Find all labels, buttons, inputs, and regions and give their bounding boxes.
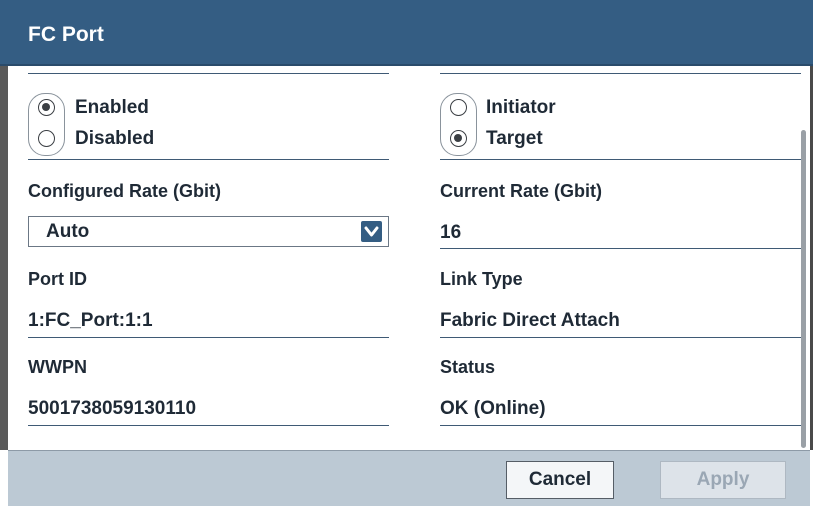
dialog-title: FC Port xyxy=(28,23,104,46)
current-rate-label: Current Rate (Gbit) xyxy=(440,181,602,201)
divider-top-left xyxy=(28,73,389,74)
divider-current-rate xyxy=(440,248,801,249)
port-id-value: 1:FC_Port:1:1 xyxy=(28,310,153,331)
dialog-titlebar: FC Port xyxy=(0,0,813,66)
configured-rate-select[interactable]: Auto xyxy=(28,216,389,247)
radio-target-label: Target xyxy=(486,128,543,149)
current-rate-value: 16 xyxy=(440,222,462,243)
divider-link-type xyxy=(440,337,801,338)
link-type-value: Fabric Direct Attach xyxy=(440,310,620,331)
radio-enabled[interactable] xyxy=(38,99,55,116)
radio-initiator[interactable] xyxy=(450,99,467,116)
divider-wwpn xyxy=(28,425,389,426)
chevron-down-icon[interactable] xyxy=(361,221,382,242)
cancel-button[interactable]: Cancel xyxy=(506,461,614,499)
apply-button[interactable]: Apply xyxy=(660,461,786,499)
radio-target[interactable] xyxy=(450,130,467,147)
divider-status xyxy=(440,425,801,426)
port-id-label: Port ID xyxy=(28,269,88,289)
wwpn-value: 5001738059130110 xyxy=(28,398,197,419)
link-type-label: Link Type xyxy=(440,269,523,289)
status-value: OK (Online) xyxy=(440,398,546,419)
divider-role xyxy=(440,159,801,160)
configured-rate-value: Auto xyxy=(46,221,90,242)
radio-initiator-label: Initiator xyxy=(486,97,556,118)
status-label: Status xyxy=(440,357,496,377)
divider-top-right xyxy=(440,73,801,74)
vertical-scrollbar[interactable] xyxy=(801,130,806,448)
left-border xyxy=(0,66,8,450)
divider-port-id xyxy=(28,337,389,338)
radio-disabled[interactable] xyxy=(38,130,55,147)
divider-state xyxy=(28,159,389,160)
radio-enabled-label: Enabled xyxy=(75,97,149,118)
radio-disabled-label: Disabled xyxy=(75,128,155,149)
configured-rate-label: Configured Rate (Gbit) xyxy=(28,181,221,201)
wwpn-label: WWPN xyxy=(28,357,87,377)
